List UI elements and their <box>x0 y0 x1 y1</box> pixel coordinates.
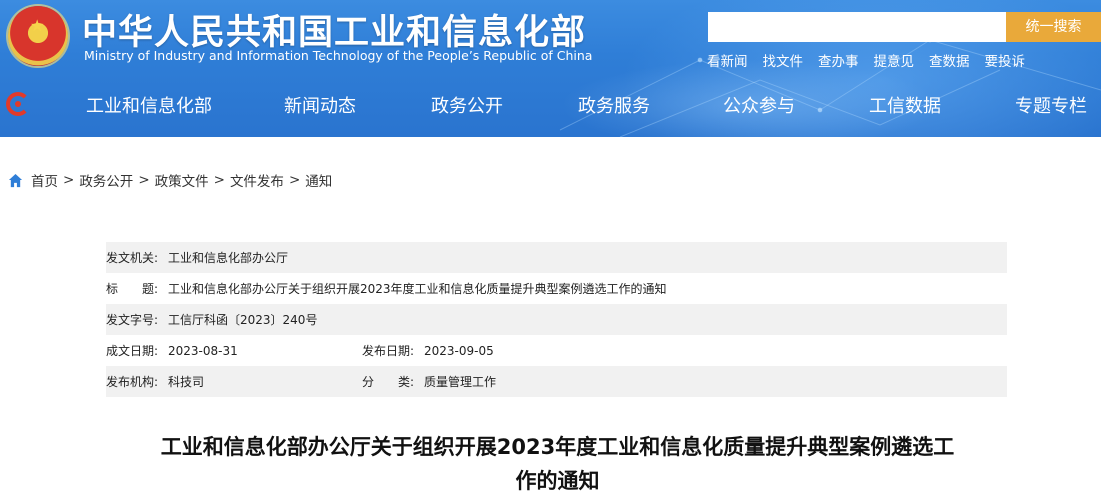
title-value: 工业和信息化部办公厅关于组织开展2023年度工业和信息化质量提升典型案例遴选工作… <box>168 282 667 296</box>
breadcrumb-separator: > <box>213 172 225 188</box>
quick-links: 看新闻 找文件 查办事 提意见 查数据 要投诉 <box>707 50 1040 70</box>
search-button[interactable]: 统一搜索 <box>1006 12 1101 42</box>
info-row-issuer: 发文机关: 工业和信息化部办公厅 <box>106 242 1007 273</box>
date-written-label: 成文日期: <box>106 344 159 358</box>
quick-link-services[interactable]: 查办事 <box>818 50 859 70</box>
document-info-table: 发文机关: 工业和信息化部办公厅 标 题: 工业和信息化部办公厅关于组织开展20… <box>106 242 1007 397</box>
nav-item-special-topics[interactable]: 专题专栏 <box>1015 92 1087 118</box>
breadcrumb-separator: > <box>63 172 75 188</box>
quick-link-complaint[interactable]: 要投诉 <box>985 50 1026 70</box>
search-input[interactable] <box>708 12 1006 42</box>
breadcrumb-notice[interactable]: 通知 <box>305 170 332 190</box>
agency-value: 科技司 <box>168 375 205 389</box>
info-row-doc-number: 发文字号: 工信厅科函〔2023〕240号 <box>106 304 1007 335</box>
document-title: 工业和信息化部办公厅关于组织开展2023年度工业和信息化质量提升典型案例遴选工 … <box>100 430 1015 498</box>
nav-item-ministry[interactable]: 工业和信息化部 <box>86 92 212 118</box>
home-icon[interactable] <box>8 173 23 188</box>
doc-number-label: 发文字号: <box>106 313 159 327</box>
breadcrumb-separator: > <box>138 172 150 188</box>
breadcrumb-file-release[interactable]: 文件发布 <box>230 170 284 190</box>
nav-item-data[interactable]: 工信数据 <box>869 92 941 118</box>
site-subtitle: Ministry of Industry and Information Tec… <box>84 48 593 63</box>
quick-link-news[interactable]: 看新闻 <box>707 50 748 70</box>
issuer-value: 工业和信息化部办公厅 <box>168 251 289 265</box>
nav-item-gov-services[interactable]: 政务服务 <box>578 92 650 118</box>
document-title-line-1: 工业和信息化部办公厅关于组织开展2023年度工业和信息化质量提升典型案例遴选工 <box>160 435 955 459</box>
info-row-agency: 发布机构: 科技司 分 类: 质量管理工作 <box>106 366 1007 397</box>
info-row-title: 标 题: 工业和信息化部办公厅关于组织开展2023年度工业和信息化质量提升典型案… <box>106 273 1007 304</box>
doc-number-value: 工信厅科函〔2023〕240号 <box>168 313 318 327</box>
category-value: 质量管理工作 <box>424 375 497 389</box>
breadcrumb-policy-files[interactable]: 政策文件 <box>155 170 209 190</box>
agency-label: 发布机构: <box>106 375 159 389</box>
breadcrumb-separator: > <box>288 172 301 188</box>
title-label: 标 题: <box>106 282 159 296</box>
category-label: 分 类: <box>362 375 415 389</box>
date-published-label: 发布日期: <box>362 344 415 358</box>
document-title-line-2: 作的通知 <box>515 469 600 493</box>
date-published-value: 2023-09-05 <box>424 343 494 358</box>
breadcrumb-home[interactable]: 首页 <box>31 170 58 190</box>
quick-link-data[interactable]: 查数据 <box>929 50 970 70</box>
main-nav: 工业和信息化部 新闻动态 政务公开 政务服务 公众参与 工信数据 专题专栏 <box>0 92 1101 118</box>
national-emblem-logo[interactable]: ★ <box>8 6 68 66</box>
star-icon: ★ <box>30 16 45 35</box>
info-row-dates: 成文日期: 2023-08-31 发布日期: 2023-09-05 <box>106 335 1007 366</box>
site-header: ★ 中华人民共和国工业和信息化部 Ministry of Industry an… <box>0 0 1101 137</box>
breadcrumb-gov-affairs[interactable]: 政务公开 <box>79 170 133 190</box>
quick-link-feedback[interactable]: 提意见 <box>874 50 915 70</box>
breadcrumb: 首页 > 政务公开 > 政策文件 > 文件发布 > 通知 <box>8 170 332 190</box>
date-written-value: 2023-08-31 <box>168 343 238 358</box>
quick-link-files[interactable]: 找文件 <box>763 50 804 70</box>
nav-item-news[interactable]: 新闻动态 <box>284 92 356 118</box>
nav-item-public-participation[interactable]: 公众参与 <box>723 92 795 118</box>
issuer-label: 发文机关: <box>106 251 159 265</box>
nav-item-gov-affairs[interactable]: 政务公开 <box>431 92 503 118</box>
